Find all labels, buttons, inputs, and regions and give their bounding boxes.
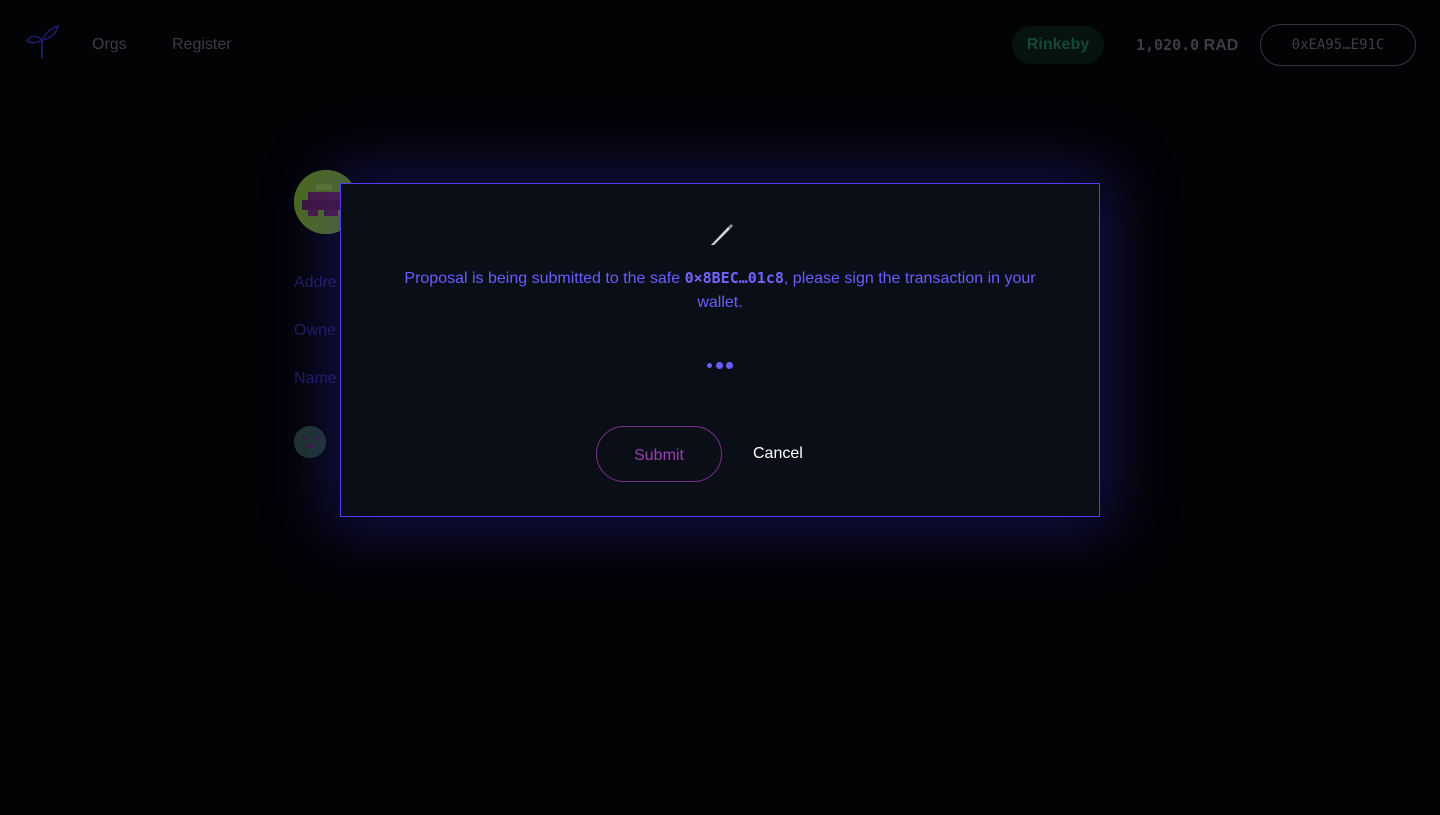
balance-amount: 1,020.0: [1136, 36, 1200, 54]
message-prefix: Proposal is being submitted to the safe: [404, 270, 685, 287]
safe-address: 0×8BEC…01c8: [684, 269, 784, 287]
name-label: Name: [294, 370, 337, 387]
loading-dots-icon: [705, 360, 737, 370]
loader-dot: [726, 362, 733, 369]
member-avatar: [294, 426, 326, 458]
modal-message: Proposal is being submitted to the safe …: [401, 266, 1039, 315]
page: Orgs Register Rinkeby 1,020.0 RAD 0xEA95…: [0, 0, 1440, 815]
rad-balance: 1,020.0 RAD: [1136, 35, 1238, 56]
network-badge[interactable]: Rinkeby: [1012, 26, 1104, 64]
nav-orgs-link[interactable]: Orgs: [92, 35, 127, 55]
address-label: Addre: [294, 274, 337, 291]
nav-register-link[interactable]: Register: [172, 35, 232, 55]
loader-dot: [707, 363, 712, 368]
wallet-address-button[interactable]: 0xEA95…E91C: [1260, 24, 1416, 66]
submit-button[interactable]: Submit: [596, 426, 722, 482]
radicle-seedling-icon[interactable]: [24, 24, 60, 60]
loader-dot: [716, 362, 723, 369]
sign-transaction-modal: Proposal is being submitted to the safe …: [340, 183, 1100, 517]
pen-icon: [708, 222, 734, 248]
cancel-button[interactable]: Cancel: [753, 442, 803, 466]
owners-label: Owne: [294, 322, 336, 339]
top-bar: Orgs Register Rinkeby 1,020.0 RAD 0xEA95…: [0, 0, 1440, 90]
balance-unit: RAD: [1203, 37, 1239, 54]
